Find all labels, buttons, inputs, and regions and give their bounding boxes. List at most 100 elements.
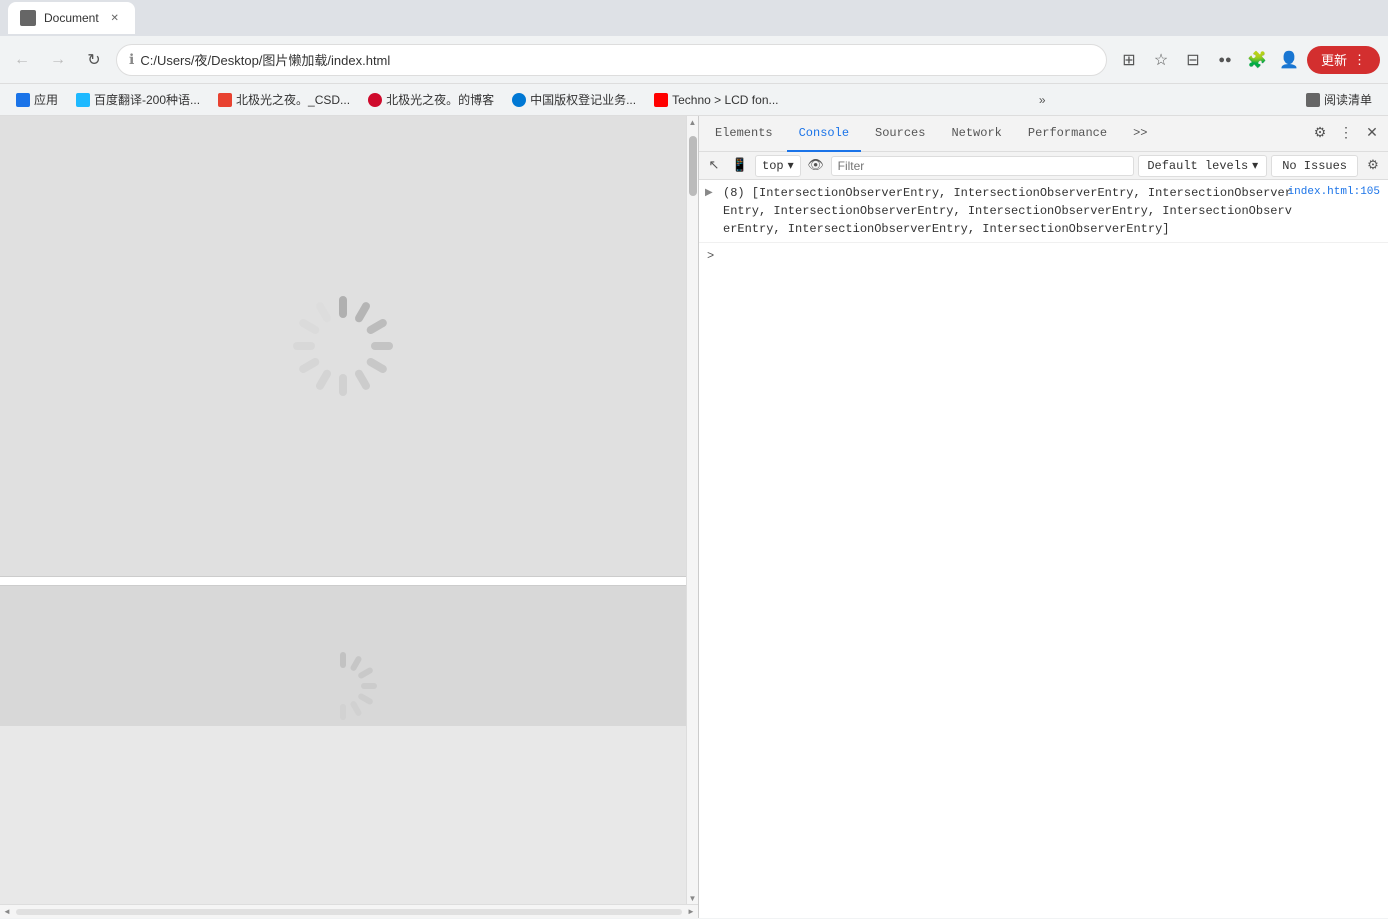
apps-label: 应用 [34, 91, 58, 108]
page-with-scrollbar: ▲ ▼ [0, 116, 698, 904]
address-bar[interactable]: ℹ C:/Users/夜/Desktop/图片懒加载/index.html [116, 44, 1107, 76]
tab-bar: Document ✕ [0, 0, 1388, 36]
star-icon: ☆ [1154, 50, 1168, 70]
devtools-close-icon: ✕ [1366, 125, 1378, 142]
info-icon: ℹ [129, 51, 134, 68]
console-entry-text: (8) [IntersectionObserverEntry, Intersec… [723, 186, 1292, 236]
scroll-thumb[interactable] [689, 136, 697, 196]
console-source-link[interactable]: index.html:105 [1288, 184, 1380, 201]
devtools-settings-button[interactable]: ⚙ [1308, 122, 1332, 146]
elements-tab-label: Elements [715, 126, 773, 140]
update-more-icon: ⋮ [1353, 52, 1366, 68]
toolbar-actions: ⊞ ☆ ⊟ ●● 🧩 👤 更新 ⋮ [1115, 46, 1380, 74]
extension-icon: 🧩 [1247, 50, 1267, 70]
performance-tab-label: Performance [1028, 126, 1107, 140]
collections-icon: ⊟ [1186, 50, 1199, 70]
baidu-label: 百度翻译-200种语... [94, 91, 200, 108]
baidu-favicon [76, 93, 90, 107]
console-settings-icon: ⚙ [1367, 158, 1379, 173]
horizontal-track[interactable] [16, 909, 682, 915]
tab-title: Document [44, 11, 99, 25]
console-prompt-row: > [699, 243, 1388, 269]
devtools-tab-elements[interactable]: Elements [703, 116, 785, 152]
context-selector[interactable]: top ▾ [755, 155, 801, 177]
scroll-right-arrow[interactable]: ► [684, 905, 698, 919]
loading-spinner-2 [303, 646, 383, 726]
console-settings-button[interactable]: ⚙ [1362, 155, 1384, 177]
bookmark-techno[interactable]: Techno > LCD fon... [646, 91, 786, 109]
devtools-header-actions: ⚙ ⋮ ✕ [1308, 122, 1384, 146]
devtools-tab-more[interactable]: >> [1121, 116, 1159, 152]
collections-button[interactable]: ⊟ [1179, 46, 1207, 74]
context-dropdown-icon: ▾ [788, 158, 794, 173]
cursor-inspect-button[interactable]: ↖ [703, 155, 725, 177]
scroll-left-arrow[interactable]: ◄ [0, 905, 14, 919]
copyright-favicon [512, 93, 526, 107]
address-text: C:/Users/夜/Desktop/图片懒加载/index.html [140, 50, 1094, 69]
csd-favicon [218, 93, 232, 107]
no-issues-button[interactable]: No Issues [1271, 155, 1358, 177]
filter-input[interactable] [831, 156, 1135, 176]
console-entry-1: ▶ index.html:105 (8) [IntersectionObserv… [699, 180, 1388, 243]
bookmark-csd[interactable]: 北极光之夜。_CSD... [210, 89, 358, 110]
bookmark-huawei[interactable]: 北极光之夜。的博客 [360, 89, 502, 110]
update-button[interactable]: 更新 ⋮ [1307, 46, 1380, 74]
bookmark-copyright[interactable]: 中国版权登记业务... [504, 89, 644, 110]
apps-favicon [16, 93, 30, 107]
bookmarks-more-button[interactable]: » [1031, 91, 1054, 109]
more-tabs-label: >> [1133, 126, 1147, 140]
cursor-icon: ↖ [709, 158, 720, 173]
translate-button[interactable]: ⊞ [1115, 46, 1143, 74]
forward-button[interactable]: → [44, 46, 72, 74]
devtools-header: Elements Console Sources Network Perform… [699, 116, 1388, 152]
profile-button[interactable]: 👤 [1275, 46, 1303, 74]
tab-close-button[interactable]: ✕ [107, 10, 123, 26]
device-icon: 📱 [732, 158, 748, 173]
copyright-label: 中国版权登记业务... [530, 91, 636, 108]
scroll-track[interactable] [689, 132, 697, 888]
profile-icon: 👤 [1279, 50, 1299, 70]
no-issues-label: No Issues [1282, 159, 1347, 173]
page-bottom-loading [0, 586, 686, 726]
scroll-up-arrow[interactable]: ▲ [687, 116, 699, 128]
back-button[interactable]: ← [8, 46, 36, 74]
techno-favicon [654, 93, 668, 107]
bookmark-apps[interactable]: 应用 [8, 89, 66, 110]
settings-icon: ⚙ [1314, 125, 1327, 142]
log-levels-label: Default levels [1147, 159, 1248, 173]
huawei-favicon [368, 93, 382, 107]
devtools-close-button[interactable]: ✕ [1360, 122, 1384, 146]
star-button[interactable]: ☆ [1147, 46, 1175, 74]
device-toggle-button[interactable]: 📱 [729, 155, 751, 177]
bookmark-baidu[interactable]: 百度翻译-200种语... [68, 89, 208, 110]
refresh-button[interactable]: ↻ [80, 46, 108, 74]
forward-icon: → [50, 51, 66, 69]
devtools-panel: Elements Console Sources Network Perform… [698, 116, 1388, 918]
extension-button[interactable]: 🧩 [1243, 46, 1271, 74]
context-value: top [762, 159, 784, 173]
translate-icon: ⊞ [1122, 50, 1135, 70]
active-tab[interactable]: Document ✕ [8, 2, 135, 34]
network-tab-label: Network [951, 126, 1001, 140]
page-viewport [0, 116, 686, 904]
devtools-tab-console[interactable]: Console [787, 116, 861, 152]
devtools-more-button[interactable]: ⋮ [1334, 122, 1358, 146]
spinner-svg-1 [283, 286, 403, 406]
csd-label: 北极光之夜。_CSD... [236, 91, 350, 108]
devtools-tab-network[interactable]: Network [939, 116, 1013, 152]
page-vertical-scrollbar[interactable]: ▲ ▼ [686, 116, 698, 904]
eye-button[interactable]: 👁 [805, 155, 827, 177]
console-prompt-chevron: > [707, 249, 714, 263]
console-expand-arrow[interactable]: ▶ [705, 186, 713, 201]
eye-icon: 👁 [807, 158, 824, 173]
devtools-tab-performance[interactable]: Performance [1016, 116, 1119, 152]
bookmarks-bar: 应用 百度翻译-200种语... 北极光之夜。_CSD... 北极光之夜。的博客… [0, 84, 1388, 116]
image-section-1 [0, 116, 686, 576]
devtools-tab-sources[interactable]: Sources [863, 116, 937, 152]
reading-list-button[interactable]: 阅读清单 [1298, 89, 1380, 110]
bottom-horizontal-scrollbar[interactable]: ◄ ► [0, 904, 698, 918]
browser-chrome: Document ✕ ← → ↻ ℹ C:/Users/夜/Desktop/图片… [0, 0, 1388, 116]
filetype-button[interactable]: ●● [1211, 46, 1239, 74]
scroll-down-arrow[interactable]: ▼ [687, 892, 699, 904]
log-levels-button[interactable]: Default levels ▾ [1138, 155, 1267, 177]
